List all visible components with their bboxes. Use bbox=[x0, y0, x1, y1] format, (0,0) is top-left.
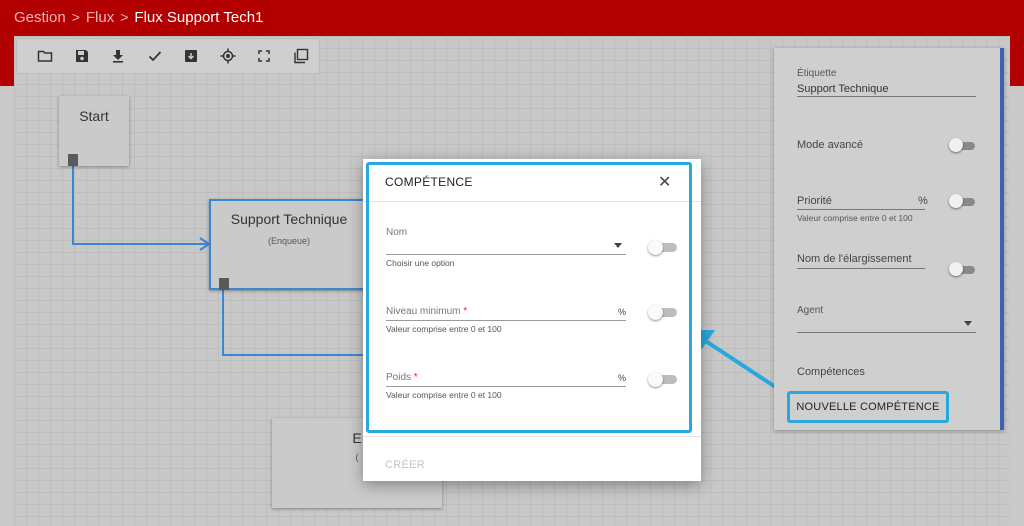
dialog-footer-divider bbox=[363, 436, 701, 437]
etiquette-label: Étiquette bbox=[797, 68, 837, 79]
download-icon[interactable] bbox=[100, 38, 137, 74]
node-start-port[interactable] bbox=[68, 154, 78, 166]
competences-label: Compétences bbox=[797, 366, 865, 378]
priorite-field[interactable] bbox=[797, 209, 925, 210]
create-button[interactable]: CRÉER bbox=[385, 459, 425, 471]
node-properties-panel: Étiquette Support Technique Mode avancé … bbox=[774, 48, 1004, 430]
agent-label: Agent bbox=[797, 305, 824, 316]
folder-icon[interactable] bbox=[27, 38, 64, 74]
breadcrumb-separator: > bbox=[71, 9, 80, 25]
breadcrumb-separator: > bbox=[120, 9, 129, 25]
etiquette-underline bbox=[797, 96, 976, 97]
node-support-title: Support Technique bbox=[230, 211, 348, 227]
node-support[interactable]: Support Technique (Enqueue) bbox=[209, 199, 369, 290]
priorite-label: Priorité bbox=[797, 195, 832, 207]
etiquette-field[interactable]: Support Technique bbox=[797, 83, 889, 95]
save-icon[interactable] bbox=[64, 38, 101, 74]
node-start-title: Start bbox=[79, 108, 109, 124]
priorite-unit: % bbox=[918, 195, 928, 207]
archive-icon[interactable] bbox=[173, 38, 210, 74]
toolbar bbox=[16, 38, 320, 74]
agent-select[interactable] bbox=[797, 332, 976, 333]
fullscreen-icon[interactable] bbox=[246, 38, 283, 74]
copy-icon[interactable] bbox=[283, 38, 320, 74]
priorite-toggle[interactable] bbox=[949, 194, 975, 208]
breadcrumb: Gestion > Flux > Flux Support Tech1 bbox=[14, 7, 263, 27]
node-support-port[interactable] bbox=[219, 278, 229, 290]
breadcrumb-current: Flux Support Tech1 bbox=[134, 8, 264, 26]
mode-avance-label: Mode avancé bbox=[797, 139, 864, 151]
mode-avance-toggle[interactable] bbox=[949, 138, 975, 152]
priorite-hint: Valeur comprise entre 0 et 100 bbox=[797, 213, 913, 223]
node-start[interactable]: Start bbox=[59, 96, 129, 166]
new-competence-button[interactable]: NOUVELLE COMPÉTENCE bbox=[787, 391, 949, 423]
check-icon[interactable] bbox=[137, 38, 174, 74]
dialog-highlight-frame bbox=[366, 162, 692, 433]
elargissement-label: Nom de l'élargissement bbox=[797, 253, 912, 265]
breadcrumb-flux[interactable]: Flux bbox=[86, 9, 114, 26]
node-support-subtitle: (Enqueue) bbox=[267, 236, 311, 246]
chevron-down-icon[interactable] bbox=[964, 321, 972, 326]
breadcrumb-gestion[interactable]: Gestion bbox=[14, 9, 66, 26]
elargissement-toggle[interactable] bbox=[949, 262, 975, 276]
target-icon[interactable] bbox=[210, 38, 247, 74]
elargissement-field[interactable] bbox=[797, 268, 925, 269]
